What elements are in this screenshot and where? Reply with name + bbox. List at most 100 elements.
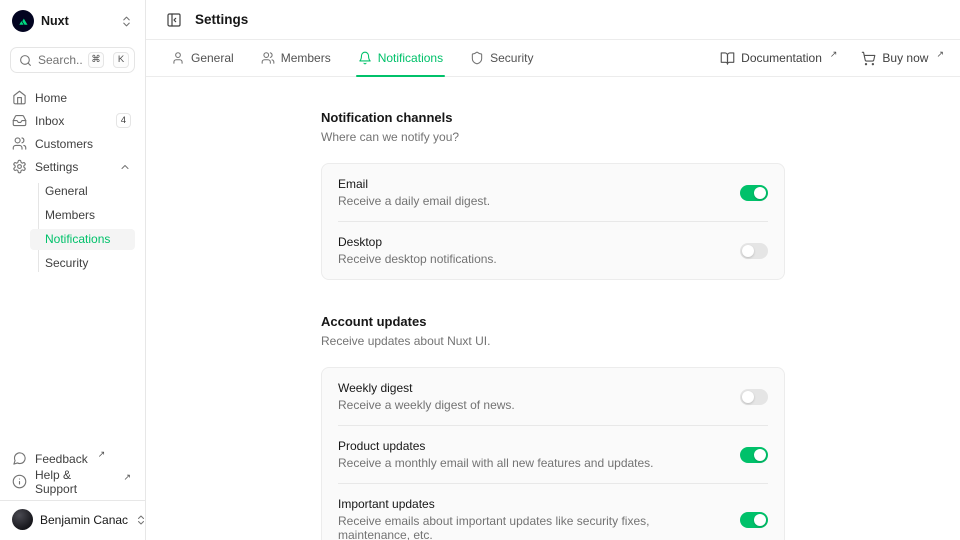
tab-members[interactable]: Members [261,40,331,76]
section-title: Notification channels [321,110,785,125]
external-link-icon: ↗ [123,472,131,483]
toggle-knob [754,449,766,461]
setting-label: Desktop [338,235,497,249]
sidebar: Nuxt Search... ⌘ K Home Inbox 4 [0,0,146,540]
section-description: Where can we notify you? [321,130,785,144]
section-account-updates: Account updates Receive updates about Nu… [321,314,785,540]
external-link-icon: ↗ [936,49,944,60]
buy-now-link[interactable]: Buy now ↗ [861,51,944,66]
inbox-count-badge: 4 [116,113,131,129]
important-updates-toggle[interactable] [740,512,768,528]
sidebar-nav: Home Inbox 4 Customers Settings Ge [10,88,135,274]
chevron-updown-icon [120,15,133,28]
product-updates-toggle[interactable] [740,447,768,463]
row-text: Weekly digest Receive a weekly digest of… [338,381,515,412]
sidebar-item-help-support[interactable]: Help & Support ↗ [10,472,135,491]
tab-label: Members [281,51,331,65]
shopping-cart-icon [861,51,876,66]
settings-subnav: General Members Notifications Security [30,181,135,274]
sidebar-item-label: Help & Support [35,468,113,496]
setting-label: Weekly digest [338,381,515,395]
sidebar-item-feedback[interactable]: Feedback ↗ [10,449,135,468]
page-title: Settings [195,12,248,27]
sidebar-item-label: Inbox [35,114,64,128]
sidebar-item-general[interactable]: General [30,181,135,202]
chevron-up-icon [119,161,131,173]
setting-description: Receive a weekly digest of news. [338,398,515,412]
desktop-toggle[interactable] [740,243,768,259]
sidebar-item-label: Customers [35,137,93,151]
toggle-knob [742,391,754,403]
sidebar-item-inbox[interactable]: Inbox 4 [10,111,135,130]
users-icon [261,51,275,65]
weekly-digest-toggle[interactable] [740,389,768,405]
kbd-k: K [113,52,129,68]
settings-tabs: General Members Notifications Security [146,40,960,77]
panel-left-icon [166,12,182,28]
setting-row-important-updates: Important updates Receive emails about i… [322,484,784,540]
search-placeholder: Search... [38,53,82,67]
home-icon [12,90,27,105]
collapse-sidebar-button[interactable] [162,8,186,32]
toggle-knob [742,245,754,257]
section-title: Account updates [321,314,785,329]
sidebar-footer-nav: Feedback ↗ Help & Support ↗ [10,449,135,500]
team-switcher[interactable]: Nuxt [10,8,135,34]
sidebar-item-notifications[interactable]: Notifications [30,229,135,250]
link-label: Documentation [741,51,822,65]
external-link-icon: ↗ [98,449,106,460]
row-text: Important updates Receive emails about i… [338,497,724,540]
email-toggle[interactable] [740,185,768,201]
settings-card: Weekly digest Receive a weekly digest of… [321,367,785,540]
user-icon [171,51,185,65]
info-circle-icon [12,474,27,489]
setting-row-desktop: Desktop Receive desktop notifications. [322,222,784,279]
link-label: Buy now [882,51,928,65]
search-icon [19,54,32,67]
setting-description: Receive desktop notifications. [338,252,497,266]
user-menu[interactable]: Benjamin Canac [0,500,145,540]
shield-icon [470,51,484,65]
setting-label: Important updates [338,497,724,511]
bell-icon [358,51,372,65]
content-column: Notification channels Where can we notif… [321,77,785,540]
setting-label: Email [338,177,490,191]
external-link-icon: ↗ [830,49,838,60]
inbox-icon [12,113,27,128]
kbd-cmd: ⌘ [88,52,104,68]
sidebar-item-customers[interactable]: Customers [10,134,135,153]
main-area: Settings General Members Notifications S… [146,0,960,540]
settings-card: Email Receive a daily email digest. Desk… [321,163,785,280]
tab-label: Notifications [378,51,443,65]
search-input[interactable]: Search... ⌘ K [10,47,135,73]
page-header: Settings [146,0,960,40]
sidebar-item-settings[interactable]: Settings [10,157,135,176]
setting-row-product-updates: Product updates Receive a monthly email … [322,426,784,483]
sidebar-item-security[interactable]: Security [30,253,135,274]
book-open-icon [720,51,735,66]
sidebar-item-home[interactable]: Home [10,88,135,107]
avatar [12,509,33,530]
sidebar-item-members[interactable]: Members [30,205,135,226]
setting-description: Receive emails about important updates l… [338,514,724,540]
nuxt-logo-icon [12,10,34,32]
setting-description: Receive a monthly email with all new fea… [338,456,654,470]
row-text: Email Receive a daily email digest. [338,177,490,208]
row-text: Desktop Receive desktop notifications. [338,235,497,266]
section-description: Receive updates about Nuxt UI. [321,334,785,348]
users-icon [12,136,27,151]
setting-row-weekly-digest: Weekly digest Receive a weekly digest of… [322,368,784,425]
gear-icon [12,159,27,174]
settings-content: Notification channels Where can we notif… [146,77,960,540]
setting-label: Product updates [338,439,654,453]
toggle-knob [754,187,766,199]
tab-security[interactable]: Security [470,40,533,76]
documentation-link[interactable]: Documentation ↗ [720,51,837,66]
sidebar-item-label: Settings [35,160,78,174]
user-name: Benjamin Canac [40,513,128,527]
row-text: Product updates Receive a monthly email … [338,439,654,470]
tab-label: General [191,51,234,65]
sidebar-item-label: Feedback [35,452,88,466]
tab-general[interactable]: General [171,40,234,76]
tab-notifications[interactable]: Notifications [358,40,443,76]
